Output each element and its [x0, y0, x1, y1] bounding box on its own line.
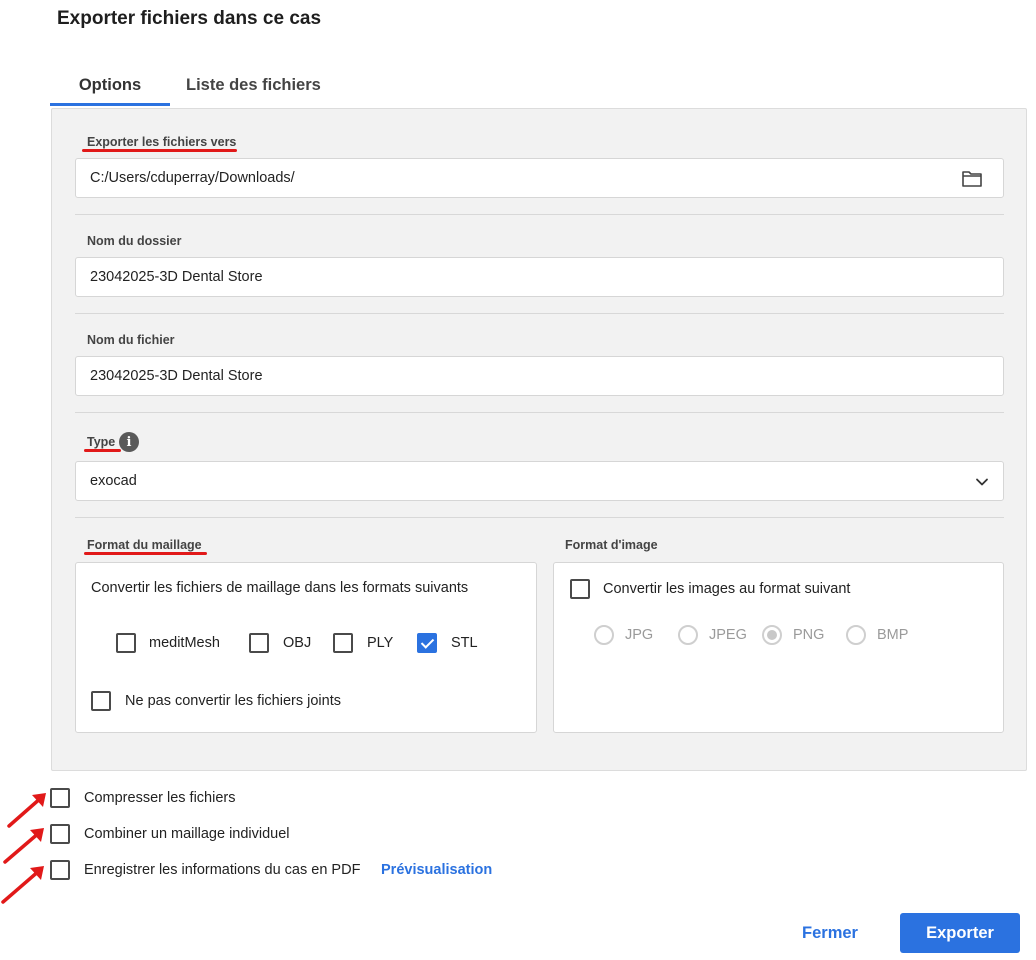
checkbox-obj[interactable]: [249, 633, 269, 653]
radio-bmp[interactable]: [846, 625, 866, 645]
folder-icon[interactable]: [962, 170, 982, 187]
chevron-down-icon: [976, 478, 988, 486]
export-path-label: Exporter les fichiers vers: [87, 135, 237, 149]
divider: [75, 214, 1004, 215]
checkbox-meditmesh[interactable]: [116, 633, 136, 653]
radio-jpg[interactable]: [594, 625, 614, 645]
export-button[interactable]: Exporter: [900, 913, 1020, 953]
file-name-label: Nom du fichier: [87, 333, 175, 347]
divider: [75, 412, 1004, 413]
export-path-field[interactable]: C:/Users/cduperray/Downloads/: [75, 158, 1004, 198]
checkbox-compress-label: Compresser les fichiers: [84, 790, 236, 806]
type-select-value: exocad: [90, 473, 137, 489]
checkbox-save-pdf[interactable]: [50, 860, 70, 880]
type-underline-annotation: [84, 449, 121, 452]
tab-bar: Options Liste des fichiers: [50, 64, 337, 106]
mesh-format-underline-annotation: [84, 552, 207, 555]
radio-jpeg-label: JPEG: [709, 627, 747, 643]
divider: [75, 517, 1004, 518]
type-label: Type: [87, 435, 116, 449]
type-info-icon[interactable]: i: [119, 432, 139, 452]
close-button[interactable]: Fermer: [786, 913, 874, 953]
tab-options[interactable]: Options: [50, 64, 170, 106]
radio-png-label: PNG: [793, 627, 825, 643]
checkbox-no-convert[interactable]: [91, 691, 111, 711]
checkbox-stl-label: STL: [451, 635, 478, 651]
checkbox-stl[interactable]: [417, 633, 437, 653]
checkbox-ply[interactable]: [333, 633, 353, 653]
folder-name-field[interactable]: 23042025-3D Dental Store: [75, 257, 1004, 297]
checkbox-no-convert-label: Ne pas convertir les fichiers joints: [125, 693, 341, 709]
radio-jpg-label: JPG: [625, 627, 654, 643]
divider: [75, 313, 1004, 314]
checkbox-compress[interactable]: [50, 788, 70, 808]
tab-file-list[interactable]: Liste des fichiers: [170, 64, 337, 106]
mesh-format-box: Convertir les fichiers de maillage dans …: [75, 562, 537, 733]
annotation-arrow-icon: [1, 866, 44, 904]
mesh-format-description: Convertir les fichiers de maillage dans …: [91, 580, 469, 596]
export-path-underline-annotation: [82, 149, 237, 152]
checkbox-combine-label: Combiner un maillage individuel: [84, 826, 290, 842]
radio-jpeg[interactable]: [678, 625, 698, 645]
checkbox-meditmesh-label: meditMesh: [149, 635, 220, 651]
image-format-label: Format d'image: [565, 538, 658, 552]
checkbox-convert-images-label: Convertir les images au format suivant: [603, 581, 851, 597]
image-format-box: Convertir les images au format suivant J…: [553, 562, 1004, 733]
radio-bmp-label: BMP: [877, 627, 909, 643]
file-name-field[interactable]: 23042025-3D Dental Store: [75, 356, 1004, 396]
type-select[interactable]: exocad: [75, 461, 1004, 501]
radio-png[interactable]: [762, 625, 782, 645]
checkbox-combine[interactable]: [50, 824, 70, 844]
options-panel: Exporter les fichiers vers C:/Users/cdup…: [51, 108, 1027, 771]
checkbox-save-pdf-label: Enregistrer les informations du cas en P…: [84, 862, 361, 878]
export-path-value: C:/Users/cduperray/Downloads/: [90, 170, 295, 186]
checkbox-ply-label: PLY: [367, 635, 394, 651]
checkbox-obj-label: OBJ: [283, 635, 312, 651]
folder-name-label: Nom du dossier: [87, 234, 182, 248]
folder-name-value: 23042025-3D Dental Store: [90, 269, 263, 285]
dialog-title: Exporter fichiers dans ce cas: [57, 8, 322, 29]
checkbox-convert-images[interactable]: [570, 579, 590, 599]
preview-link[interactable]: Prévisualisation: [381, 862, 492, 878]
file-name-value: 23042025-3D Dental Store: [90, 368, 263, 384]
mesh-format-label: Format du maillage: [87, 538, 202, 552]
